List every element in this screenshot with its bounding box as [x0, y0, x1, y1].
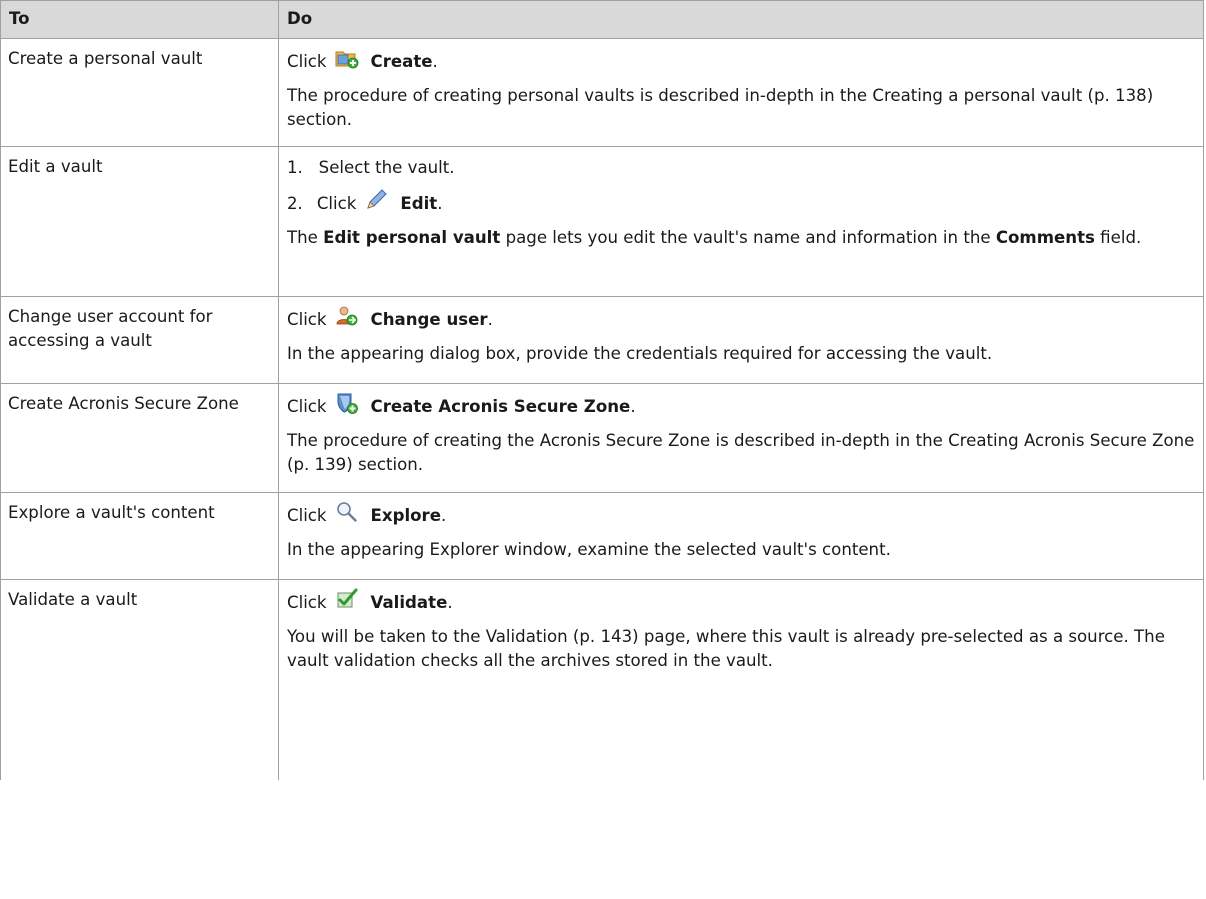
table-row: Create Acronis Secure Zone Click Create …	[0, 383, 1204, 493]
header-to: To	[0, 0, 279, 39]
row-task-cell: Explore a vault's content	[0, 492, 279, 580]
step-1: 1. Select the vault.	[287, 158, 455, 177]
click-instruction: Click Create Acronis Secure Zone.	[287, 393, 1195, 419]
row-action-cell: Click Create Acronis Secure Zone. The pr…	[278, 383, 1204, 493]
table-row: Validate a vault Click Validate. You wil…	[0, 579, 1204, 780]
actions-table: To Do Create a personal vault Click Crea…	[0, 0, 1204, 780]
row-task-cell: Validate a vault	[0, 579, 279, 780]
row-task-cell: Edit a vault	[0, 146, 279, 297]
row-task-cell: Change user account for accessing a vaul…	[0, 296, 279, 384]
click-instruction: Click Validate.	[287, 587, 1195, 615]
row-action-cell: 1. Select the vault. 2. Click Edit. The …	[278, 146, 1204, 297]
change-user-icon	[335, 304, 359, 328]
row-task-cell: Create Acronis Secure Zone	[0, 383, 279, 493]
explore-action-label[interactable]: Explore	[371, 504, 441, 528]
create-action-label[interactable]: Create	[371, 50, 433, 74]
row-action-cell: Click Create. The procedure of creating …	[278, 38, 1204, 147]
table-row: Change user account for accessing a vaul…	[0, 296, 1204, 384]
secure-zone-shield-icon	[335, 391, 359, 415]
header-do: Do	[278, 0, 1204, 39]
edit-note: The Edit personal vault page lets you ed…	[287, 228, 1142, 247]
create-folder-icon	[335, 46, 359, 70]
table-header-row: To Do	[0, 0, 1204, 39]
row-task-cell: Create a personal vault	[0, 38, 279, 147]
row-action-cell: Click Explore. In the appearing Explorer…	[278, 492, 1204, 580]
table-row: Explore a vault's content Click Explore.…	[0, 492, 1204, 580]
create-secure-zone-action-label[interactable]: Create Acronis Secure Zone	[371, 395, 631, 419]
click-instruction: Click Create.	[287, 48, 1195, 74]
click-instruction: Click Explore.	[287, 502, 1195, 528]
table-row: Edit a vault 1. Select the vault. 2. Cli…	[0, 146, 1204, 297]
click-instruction: 2. Click Edit.	[287, 188, 1195, 216]
table-row: Create a personal vault Click Create. Th…	[0, 38, 1204, 147]
row-action-cell: Click Change user. In the appearing dial…	[278, 296, 1204, 384]
click-instruction: Click Change user.	[287, 306, 1195, 332]
pencil-icon	[364, 188, 388, 212]
magnifier-icon	[335, 500, 359, 524]
validate-action-label[interactable]: Validate	[371, 591, 448, 615]
validate-check-icon	[335, 587, 359, 611]
change-user-action-label[interactable]: Change user	[371, 308, 488, 332]
edit-action-label[interactable]: Edit	[400, 192, 437, 216]
row-action-cell: Click Validate. You will be taken to the…	[278, 579, 1204, 780]
